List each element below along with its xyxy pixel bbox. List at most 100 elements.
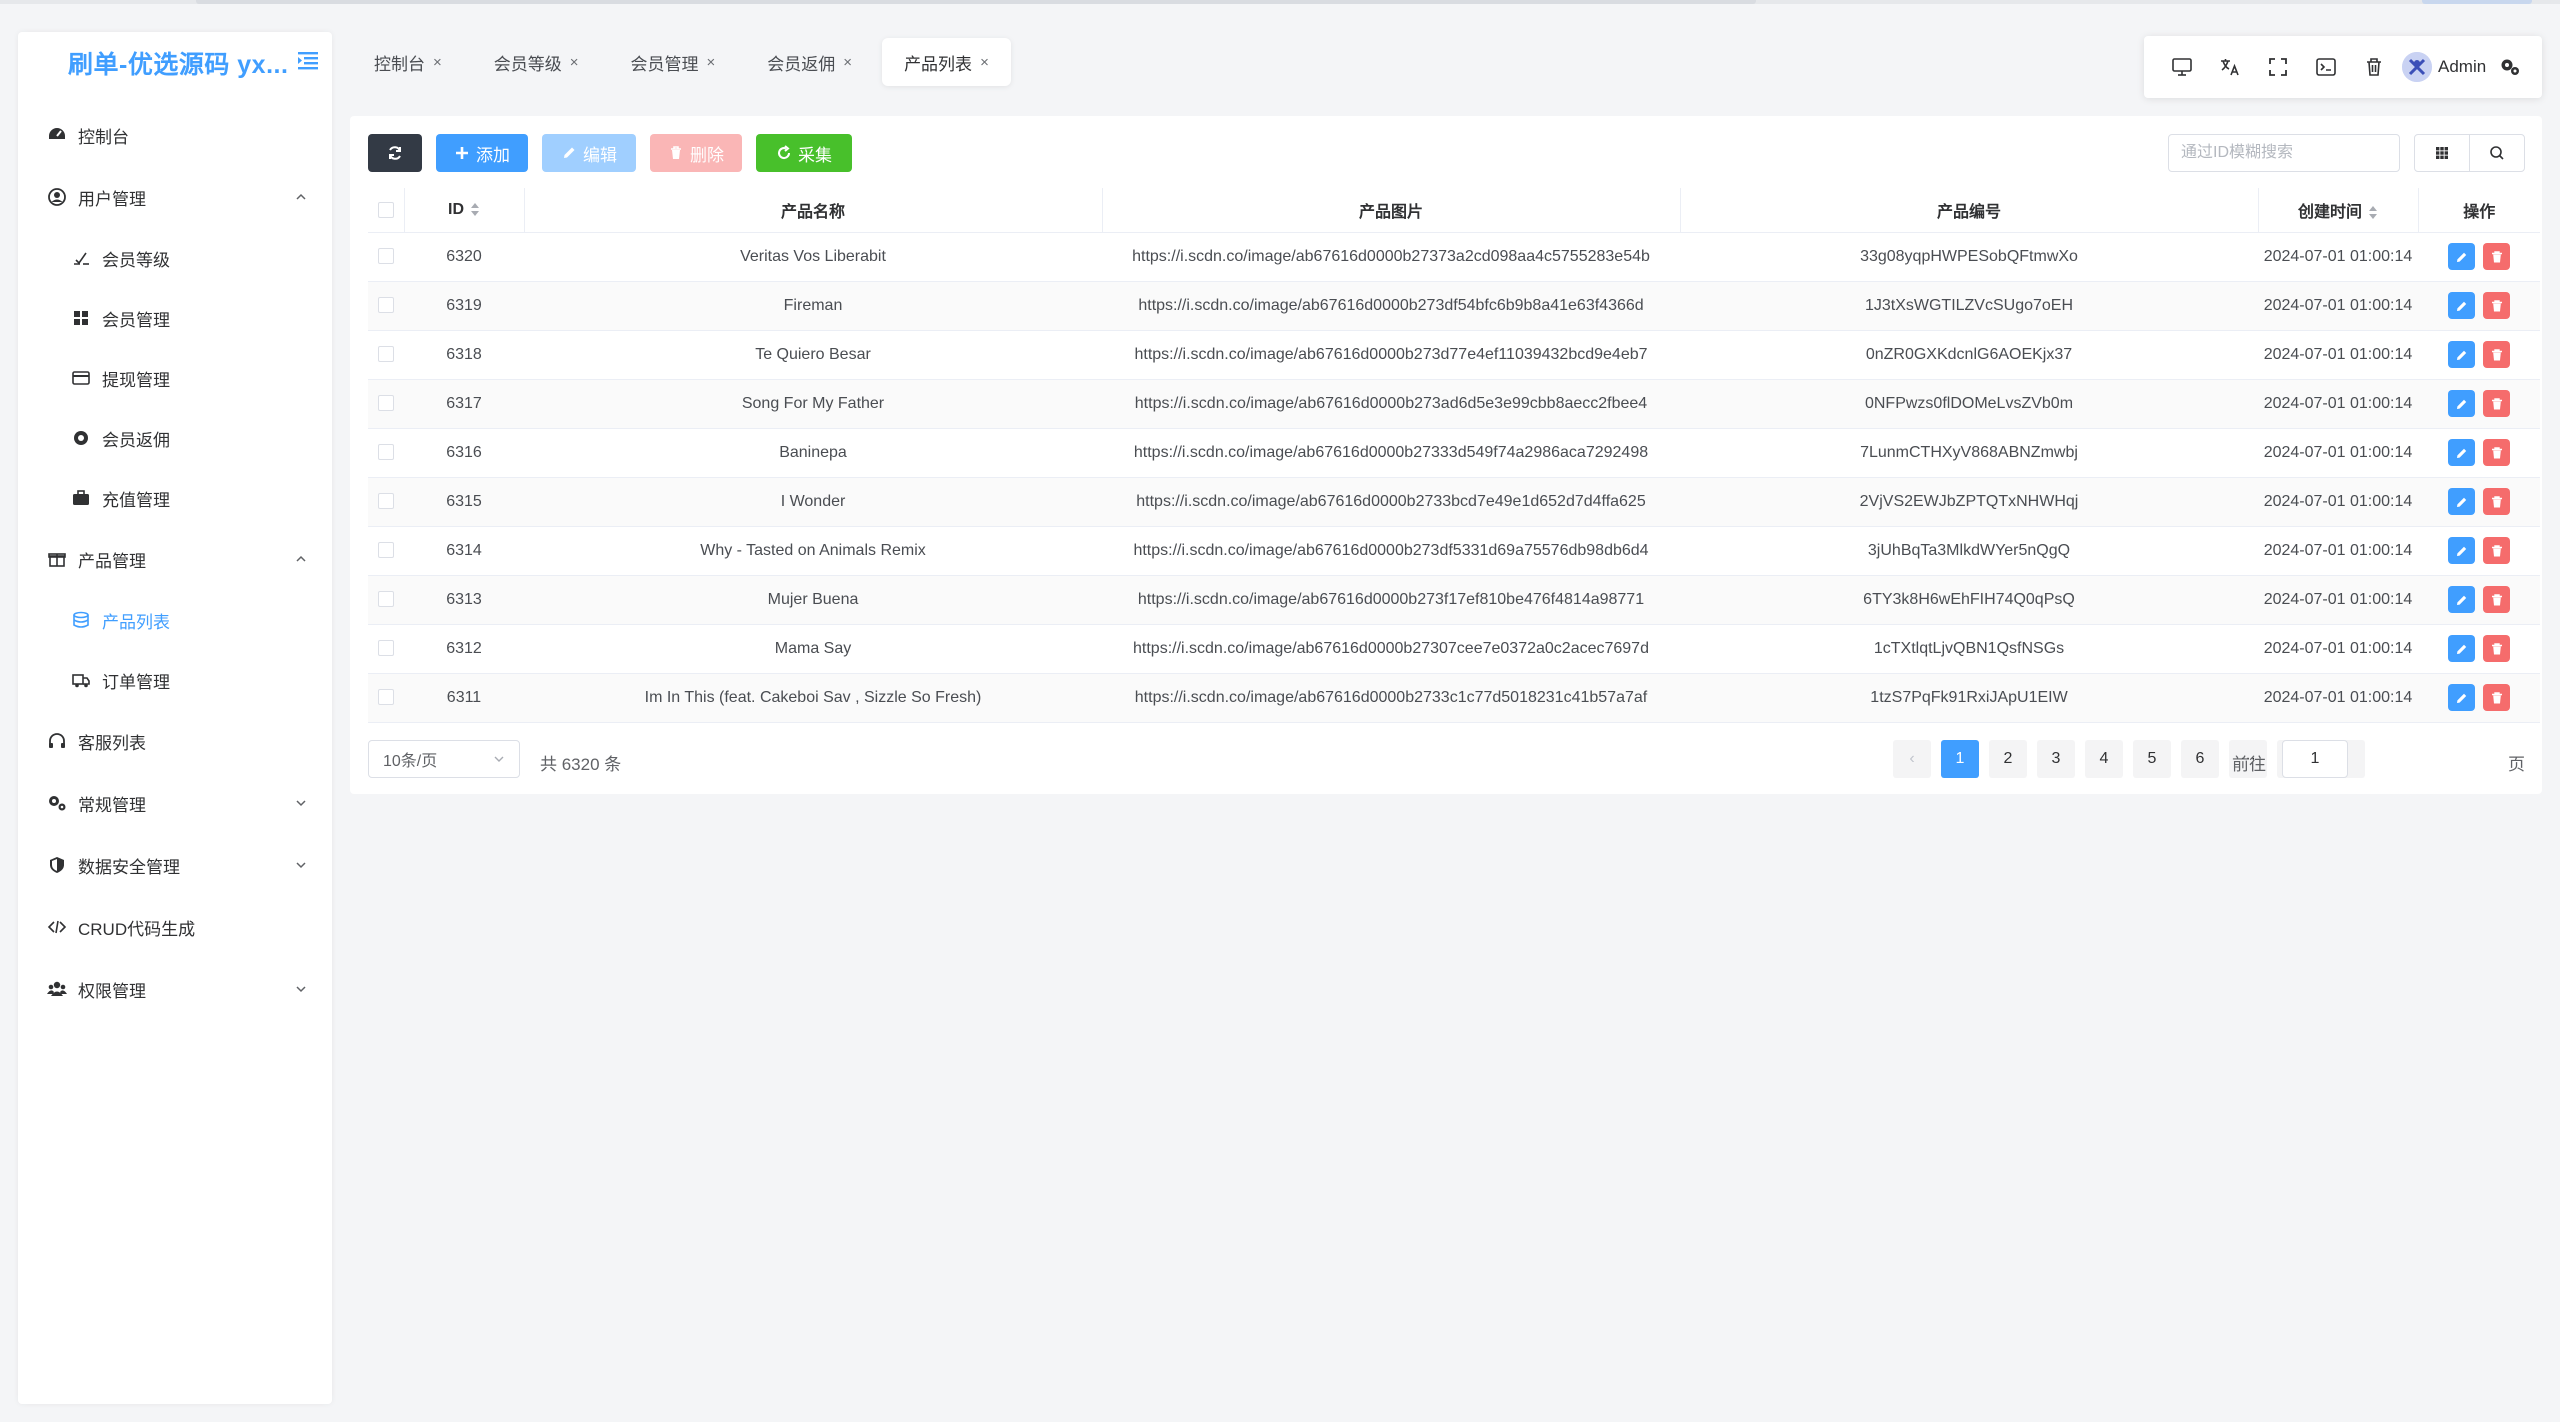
tab-dashboard[interactable]: 控制台 × bbox=[352, 38, 464, 86]
tab-product-list[interactable]: 产品列表 × bbox=[882, 38, 1011, 86]
sidebar-item-commission[interactable]: 会员返佣 bbox=[18, 408, 332, 468]
row-checkbox[interactable] bbox=[378, 395, 394, 412]
row-select-cell[interactable] bbox=[368, 428, 404, 478]
row-select-cell[interactable] bbox=[368, 624, 404, 674]
translate-icon[interactable] bbox=[2206, 43, 2254, 91]
select-all-checkbox[interactable] bbox=[377, 201, 394, 218]
tab-member-level[interactable]: 会员等级 × bbox=[472, 38, 601, 86]
delete-button[interactable]: 删除 bbox=[650, 134, 742, 172]
row-delete-button[interactable] bbox=[2483, 243, 2510, 270]
sidebar-item-product-management[interactable]: 产品管理 bbox=[18, 528, 332, 590]
prev-page-button[interactable]: ‹ bbox=[1893, 740, 1931, 778]
edit-button[interactable]: 编辑 bbox=[542, 134, 636, 172]
row-edit-button[interactable] bbox=[2448, 537, 2475, 564]
sidebar-item-data-security[interactable]: 数据安全管理 bbox=[18, 834, 332, 896]
trash-icon bbox=[671, 146, 681, 159]
sidebar-item-product-list[interactable]: 产品列表 bbox=[18, 590, 332, 650]
search-button[interactable] bbox=[2469, 134, 2525, 172]
sidebar-item-permissions[interactable]: 权限管理 bbox=[18, 958, 332, 1020]
row-select-cell[interactable] bbox=[368, 330, 404, 380]
monitor-icon[interactable] bbox=[2158, 43, 2206, 91]
row-checkbox[interactable] bbox=[378, 493, 394, 510]
sidebar-item-dashboard[interactable]: 控制台 bbox=[18, 104, 332, 166]
row-edit-button[interactable] bbox=[2448, 390, 2475, 417]
sidebar-item-crud-generator[interactable]: CRUD代码生成 bbox=[18, 896, 332, 958]
row-checkbox[interactable] bbox=[378, 542, 394, 559]
row-delete-button[interactable] bbox=[2483, 390, 2510, 417]
add-button[interactable]: 添加 bbox=[436, 134, 528, 172]
collect-button[interactable]: 采集 bbox=[756, 134, 852, 172]
column-toggle-button[interactable] bbox=[2414, 134, 2470, 172]
row-edit-button[interactable] bbox=[2448, 439, 2475, 466]
sidebar-item-general[interactable]: 常规管理 bbox=[18, 772, 332, 834]
select-all-cell[interactable] bbox=[368, 188, 405, 233]
pencil-icon bbox=[2455, 348, 2469, 362]
sidebar-item-label: CRUD代码生成 bbox=[78, 919, 196, 939]
row-checkbox[interactable] bbox=[378, 591, 394, 608]
row-delete-button[interactable] bbox=[2483, 537, 2510, 564]
sidebar-item-user-management[interactable]: 用户管理 bbox=[18, 166, 332, 228]
sidebar-item-member-management[interactable]: 会员管理 bbox=[18, 288, 332, 348]
row-delete-button[interactable] bbox=[2483, 341, 2510, 368]
row-checkbox[interactable] bbox=[378, 297, 394, 314]
row-delete-button[interactable] bbox=[2483, 439, 2510, 466]
row-select-cell[interactable] bbox=[368, 379, 404, 429]
page-button[interactable]: 3 bbox=[2037, 740, 2075, 778]
page-button[interactable]: 5 bbox=[2133, 740, 2171, 778]
row-select-cell[interactable] bbox=[368, 281, 404, 331]
row-edit-button[interactable] bbox=[2448, 635, 2475, 662]
close-icon[interactable]: × bbox=[843, 54, 852, 71]
goto-page-input[interactable] bbox=[2282, 740, 2348, 778]
trash-icon[interactable] bbox=[2350, 43, 2398, 91]
row-select-cell[interactable] bbox=[368, 232, 404, 282]
row-edit-button[interactable] bbox=[2448, 488, 2475, 515]
row-select-cell[interactable] bbox=[368, 526, 404, 576]
sidebar-item-withdrawal[interactable]: 提现管理 bbox=[18, 348, 332, 408]
row-checkbox[interactable] bbox=[378, 248, 394, 265]
sidebar-item-member-level[interactable]: 会员等级 bbox=[18, 228, 332, 288]
cell-name: Why - Tasted on Animals Remix bbox=[524, 526, 1102, 576]
row-edit-button[interactable] bbox=[2448, 243, 2475, 270]
page-button[interactable]: 4 bbox=[2085, 740, 2123, 778]
page-size-select[interactable]: 10条/页 bbox=[368, 740, 520, 778]
row-select-cell[interactable] bbox=[368, 477, 404, 527]
row-edit-button[interactable] bbox=[2448, 292, 2475, 319]
sidebar-item-order-management[interactable]: 订单管理 bbox=[18, 650, 332, 710]
tab-commission[interactable]: 会员返佣 × bbox=[745, 38, 874, 86]
terminal-icon[interactable] bbox=[2302, 43, 2350, 91]
page-button[interactable]: 6 bbox=[2181, 740, 2219, 778]
user-menu[interactable]: Admin bbox=[2402, 52, 2486, 82]
row-edit-button[interactable] bbox=[2448, 341, 2475, 368]
col-created[interactable]: 创建时间 bbox=[2258, 188, 2419, 233]
page-button[interactable]: 2 bbox=[1989, 740, 2027, 778]
row-select-cell[interactable] bbox=[368, 673, 404, 723]
row-select-cell[interactable] bbox=[368, 575, 404, 625]
row-checkbox[interactable] bbox=[378, 444, 394, 461]
menu-fold-icon[interactable] bbox=[296, 50, 320, 72]
close-icon[interactable]: × bbox=[707, 54, 716, 71]
row-delete-button[interactable] bbox=[2483, 684, 2510, 711]
fullscreen-icon[interactable] bbox=[2254, 43, 2302, 91]
tab-member-management[interactable]: 会员管理 × bbox=[609, 38, 738, 86]
row-checkbox[interactable] bbox=[378, 689, 394, 706]
row-delete-button[interactable] bbox=[2483, 635, 2510, 662]
sort-icon[interactable] bbox=[2368, 205, 2378, 221]
row-delete-button[interactable] bbox=[2483, 586, 2510, 613]
sort-icon[interactable] bbox=[470, 202, 480, 218]
page-button[interactable]: 1 bbox=[1941, 740, 1979, 778]
sidebar-item-recharge[interactable]: 充值管理 bbox=[18, 468, 332, 528]
col-id[interactable]: ID bbox=[404, 188, 525, 233]
row-edit-button[interactable] bbox=[2448, 684, 2475, 711]
settings-icon[interactable] bbox=[2486, 43, 2534, 91]
refresh-button[interactable] bbox=[368, 134, 422, 172]
close-icon[interactable]: × bbox=[980, 54, 989, 71]
search-input[interactable] bbox=[2168, 134, 2400, 172]
row-delete-button[interactable] bbox=[2483, 488, 2510, 515]
row-delete-button[interactable] bbox=[2483, 292, 2510, 319]
row-checkbox[interactable] bbox=[378, 346, 394, 363]
close-icon[interactable]: × bbox=[433, 54, 442, 71]
row-checkbox[interactable] bbox=[378, 640, 394, 657]
sidebar-item-customer-service[interactable]: 客服列表 bbox=[18, 710, 332, 772]
close-icon[interactable]: × bbox=[570, 54, 579, 71]
row-edit-button[interactable] bbox=[2448, 586, 2475, 613]
